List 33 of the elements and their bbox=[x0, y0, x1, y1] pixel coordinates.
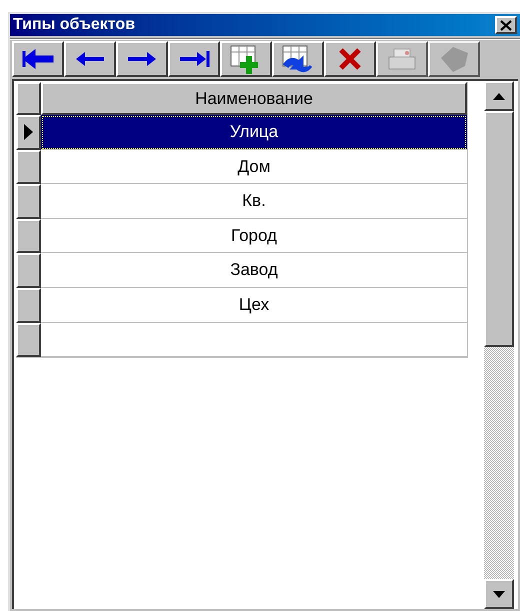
toolbar-button[interactable] bbox=[116, 41, 168, 77]
toolbar-button[interactable] bbox=[12, 41, 64, 77]
vertical-scrollbar[interactable] bbox=[484, 81, 514, 609]
close-button[interactable] bbox=[495, 16, 517, 34]
toolbar-button[interactable] bbox=[64, 41, 116, 77]
last-record-icon bbox=[177, 49, 211, 69]
table-cell[interactable] bbox=[41, 322, 467, 358]
row-indicator[interactable] bbox=[16, 184, 41, 219]
window-title: Типы объектов bbox=[13, 17, 136, 33]
close-icon bbox=[500, 20, 512, 30]
up-arrow-icon bbox=[493, 92, 505, 100]
row-indicator[interactable] bbox=[16, 218, 41, 254]
table-refresh-icon bbox=[281, 44, 315, 74]
toolbar-button[interactable] bbox=[220, 41, 272, 77]
current-row-icon bbox=[24, 124, 33, 140]
scroll-up-button[interactable] bbox=[484, 81, 514, 111]
row-indicator[interactable] bbox=[16, 322, 41, 358]
down-arrow-icon bbox=[493, 590, 505, 598]
toolbar-button[interactable] bbox=[168, 41, 220, 77]
scroll-down-button[interactable] bbox=[484, 579, 514, 609]
scroll-thumb[interactable] bbox=[484, 111, 514, 347]
row-indicator[interactable] bbox=[16, 288, 41, 323]
row-indicator[interactable] bbox=[16, 150, 41, 184]
delete-cross-icon bbox=[337, 46, 363, 72]
table-cell[interactable]: Улица bbox=[41, 115, 467, 150]
row-header-corner bbox=[16, 82, 41, 115]
row-indicator[interactable] bbox=[16, 115, 41, 150]
table-cell[interactable]: Дом bbox=[41, 150, 467, 184]
row-indicator[interactable] bbox=[16, 253, 41, 288]
toolbar-button[interactable] bbox=[324, 41, 376, 77]
first-record-icon bbox=[21, 49, 55, 69]
toolbar-button[interactable] bbox=[272, 41, 324, 77]
column-header[interactable]: Наименование bbox=[41, 82, 467, 115]
